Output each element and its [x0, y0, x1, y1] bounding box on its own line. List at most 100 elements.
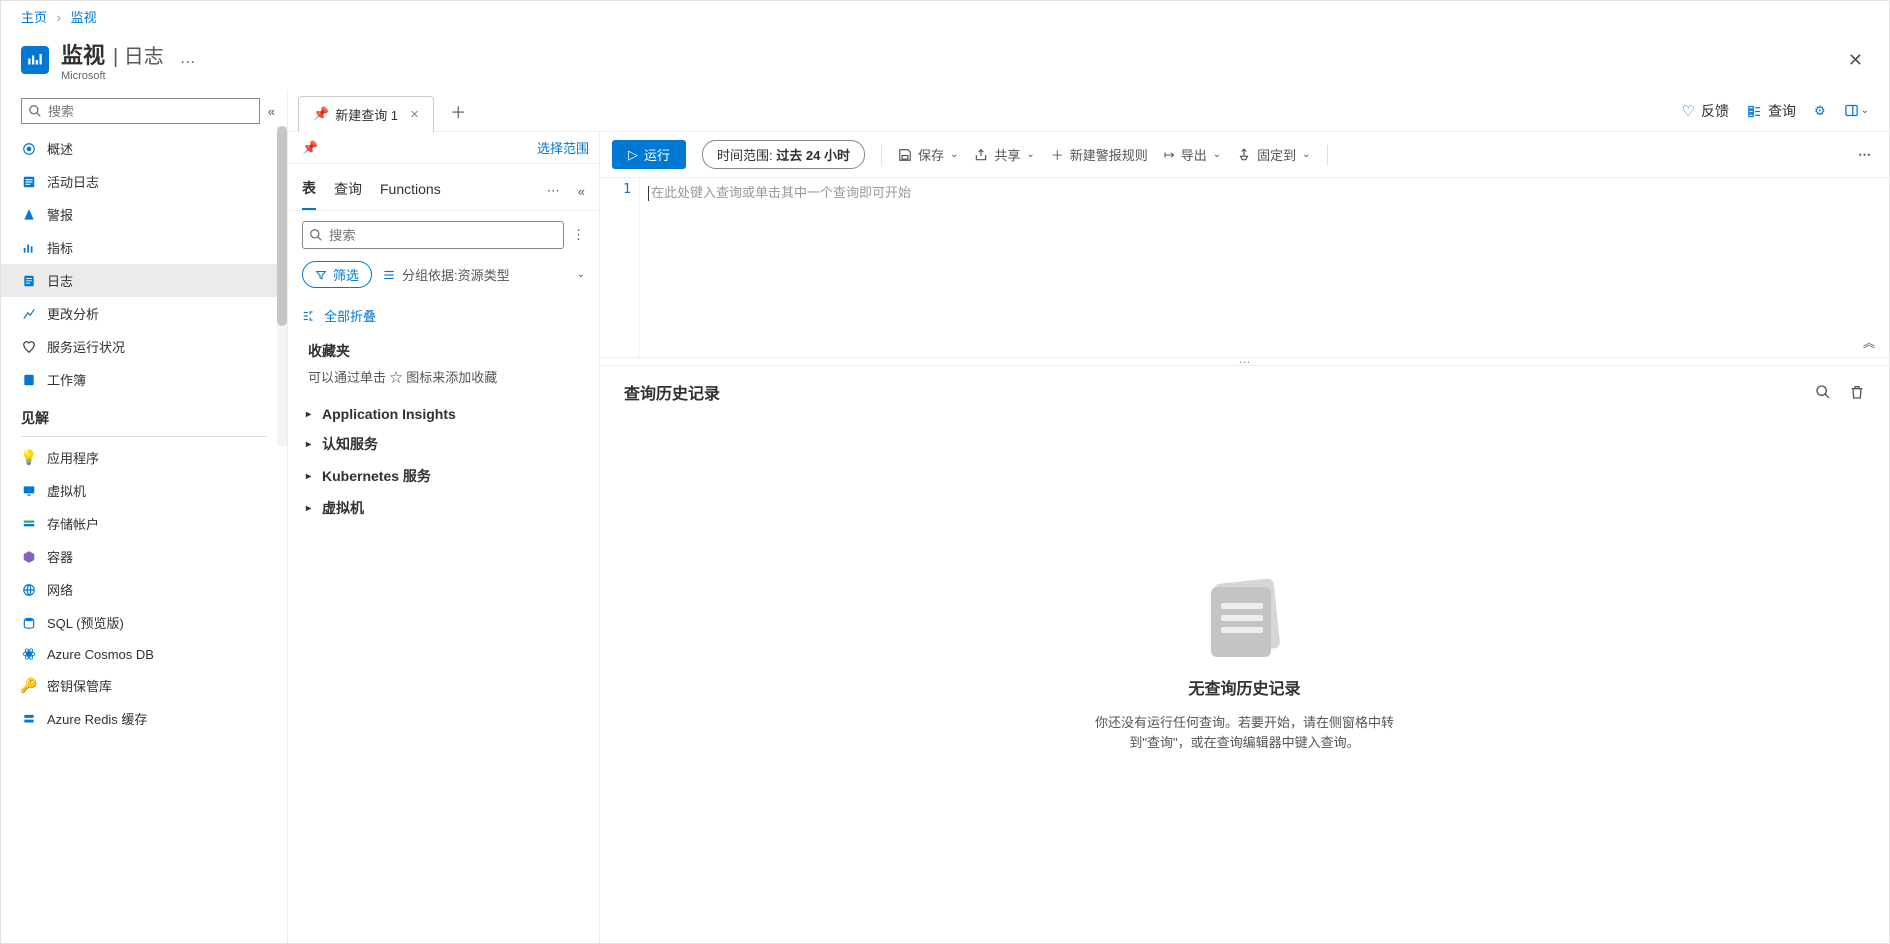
- editor-body[interactable]: 在此处键入查询或单击其中一个查询即可开始: [640, 178, 1889, 357]
- sidebar-item-applications[interactable]: 💡应用程序: [1, 441, 287, 474]
- service-health-icon: [21, 339, 37, 355]
- mid-tab-queries[interactable]: 查询: [334, 173, 362, 209]
- header-more-icon[interactable]: …: [180, 50, 196, 68]
- schema-search-input[interactable]: [302, 221, 564, 249]
- tree-item-kubernetes[interactable]: ▸Kubernetes 服务: [302, 460, 585, 492]
- caret-icon: ▸: [306, 503, 316, 514]
- vm-icon: [21, 483, 37, 499]
- run-button[interactable]: ▷ 运行: [612, 140, 686, 169]
- export-label: 导出: [1181, 145, 1207, 164]
- sidebar-search-input[interactable]: [21, 98, 260, 124]
- sidebar-item-change-analysis[interactable]: 更改分析: [1, 297, 287, 330]
- mid-tabs-more-icon[interactable]: ⋯: [547, 183, 560, 199]
- save-label: 保存: [918, 145, 944, 164]
- play-icon: ▷: [628, 147, 638, 163]
- editor-placeholder: 在此处键入查询或单击其中一个查询即可开始: [648, 186, 911, 201]
- query-editor[interactable]: 1 在此处键入查询或单击其中一个查询即可开始: [600, 178, 1889, 358]
- share-button[interactable]: 共享⌄: [974, 145, 1034, 164]
- breadcrumb-current[interactable]: 监视: [71, 10, 97, 25]
- separator: [881, 145, 882, 165]
- divider: [21, 436, 267, 437]
- sidebar-item-storage[interactable]: 存储帐户: [1, 507, 287, 540]
- mid-search-more-icon[interactable]: ⋮: [572, 227, 585, 243]
- sidebar-item-label: SQL (预览版): [47, 613, 124, 632]
- tree-item-label: 认知服务: [322, 434, 378, 454]
- sidebar-item-service-health[interactable]: 服务运行状况: [1, 330, 287, 363]
- heart-icon: ♡: [1682, 102, 1695, 120]
- separator: [1327, 145, 1328, 165]
- save-button[interactable]: 保存 ⌄: [898, 145, 958, 164]
- sidebar-item-sql[interactable]: SQL (预览版): [1, 606, 287, 639]
- favorites-heading: 收藏夹: [288, 333, 599, 365]
- mid-collapse-icon[interactable]: «: [578, 184, 585, 199]
- time-range-button[interactable]: 时间范围: 过去 24 小时: [702, 140, 865, 169]
- metrics-icon: [21, 240, 37, 256]
- page-header: 监视 | 日志 … Microsoft ✕: [1, 32, 1889, 90]
- select-scope-link[interactable]: 选择范围: [537, 138, 589, 157]
- sidebar-item-vm[interactable]: 虚拟机: [1, 474, 287, 507]
- tab-new-query-1[interactable]: 📌 新建查询 1 ✕: [298, 96, 434, 132]
- breadcrumb-sep: ›: [57, 10, 61, 25]
- filter-button[interactable]: 筛选: [302, 261, 372, 288]
- tree-item-cognitive[interactable]: ▸ 认知服务: [302, 428, 585, 460]
- sidebar-item-network[interactable]: 网络: [1, 573, 287, 606]
- pin-icon: 📌: [313, 106, 329, 122]
- network-icon: [21, 582, 37, 598]
- sidebar-item-label: 警报: [47, 205, 73, 224]
- close-icon[interactable]: ✕: [1842, 44, 1869, 77]
- queries-label: 查询: [1768, 101, 1796, 121]
- tab-close-icon[interactable]: ✕: [410, 108, 419, 121]
- tab-add-button[interactable]: ＋: [442, 95, 474, 127]
- sidebar-item-logs[interactable]: 日志: [1, 264, 287, 297]
- breadcrumb-home[interactable]: 主页: [21, 10, 47, 25]
- sidebar-item-cosmos[interactable]: Azure Cosmos DB: [1, 639, 287, 669]
- toolbar-more-icon[interactable]: ⋯: [1852, 147, 1877, 163]
- sidebar-collapse-icon[interactable]: «: [268, 104, 275, 119]
- caret-icon: ▸: [306, 439, 316, 450]
- history-search-icon[interactable]: [1815, 383, 1831, 401]
- sidebar-item-label: 服务运行状况: [47, 337, 125, 356]
- tree-item-app-insights[interactable]: ▸Application Insights: [302, 400, 585, 428]
- tree-item-label: 虚拟机: [322, 498, 364, 518]
- gear-icon[interactable]: ⚙: [1814, 103, 1826, 119]
- sidebar-item-redis[interactable]: Azure Redis 缓存: [1, 702, 287, 735]
- sidebar-item-metrics[interactable]: 指标: [1, 231, 287, 264]
- chevron-up-icon[interactable]: ︽: [1863, 334, 1875, 351]
- panel-toggle-button[interactable]: ⌄: [1844, 103, 1869, 118]
- collapse-all-label: 全部折叠: [324, 306, 376, 325]
- sidebar-item-label: 指标: [47, 238, 73, 257]
- sidebar-item-activity-log[interactable]: 活动日志: [1, 165, 287, 198]
- new-alert-rule-button[interactable]: ＋新建警报规则: [1051, 145, 1148, 164]
- plus-icon: ＋: [1051, 145, 1064, 164]
- sidebar-item-workbooks[interactable]: 工作簿: [1, 363, 287, 396]
- tree-item-vm[interactable]: ▸ 虚拟机: [302, 492, 585, 524]
- sidebar-item-label: 容器: [47, 547, 73, 566]
- sidebar-item-keyvault[interactable]: 🔑密钥保管库: [1, 669, 287, 702]
- history-delete-icon[interactable]: [1849, 383, 1865, 401]
- change-analysis-icon: [21, 306, 37, 322]
- mid-tab-functions[interactable]: Functions: [380, 175, 441, 207]
- splitter-handle[interactable]: ⋯︽: [600, 358, 1889, 366]
- group-by-button[interactable]: 分组依据:资源类型 ⌄: [382, 265, 585, 284]
- sidebar-item-alerts[interactable]: 警报: [1, 198, 287, 231]
- caret-icon: ▸: [306, 471, 316, 482]
- pin-label: 固定到: [1257, 145, 1296, 164]
- page-subtitle: | 日志: [113, 40, 164, 69]
- pin-to-button[interactable]: 固定到⌄: [1237, 145, 1310, 164]
- key-icon: 🔑: [21, 678, 37, 694]
- collapse-all-button[interactable]: 全部折叠: [288, 298, 599, 333]
- activity-log-icon: [21, 174, 37, 190]
- queries-button[interactable]: 查询: [1747, 101, 1796, 121]
- mid-tab-tables[interactable]: 表: [302, 172, 316, 210]
- sidebar-item-label: 概述: [47, 139, 73, 158]
- sidebar-item-overview[interactable]: 概述: [1, 132, 287, 165]
- sidebar-item-containers[interactable]: 容器: [1, 540, 287, 573]
- chevron-down-icon: ⌄: [950, 149, 958, 160]
- run-label: 运行: [644, 145, 670, 164]
- feedback-button[interactable]: ♡反馈: [1682, 101, 1729, 121]
- export-button[interactable]: ↦导出⌄: [1164, 145, 1221, 164]
- sidebar-item-label: 存储帐户: [47, 514, 99, 533]
- sidebar-scrollbar[interactable]: [277, 126, 287, 446]
- sidebar-item-label: 日志: [47, 271, 73, 290]
- query-history-panel: 查询历史记录 无查询历史记录: [600, 366, 1889, 943]
